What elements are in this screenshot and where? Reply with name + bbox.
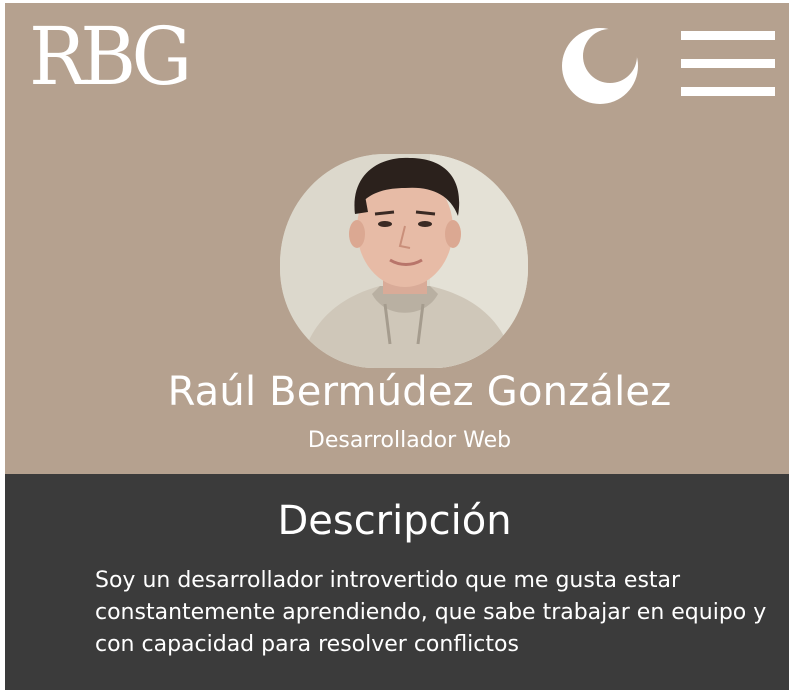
description-title: Descripción [277, 498, 512, 544]
menu-bar [681, 87, 775, 96]
moon-icon[interactable] [560, 26, 640, 106]
site-logo[interactable]: RBG [29, 16, 192, 97]
profile-role: Desarrollador Web [307, 428, 512, 453]
profile-name: Raúl Bermúdez González [167, 369, 672, 415]
page: RBG Raúl Bermúdez González Desarrollador… [0, 0, 789, 692]
profile-photo [280, 154, 528, 368]
hero-header: RBG Raúl Bermúdez González Desarrollador… [5, 3, 789, 474]
hamburger-menu-icon[interactable] [681, 31, 775, 97]
profile-photo-illustration [280, 154, 528, 368]
menu-bar [681, 59, 775, 68]
menu-bar [681, 31, 775, 40]
description-text: Soy un desarrollador introvertido que me… [95, 568, 767, 657]
description-section: Descripción Soy un desarrollador introve… [5, 474, 789, 690]
